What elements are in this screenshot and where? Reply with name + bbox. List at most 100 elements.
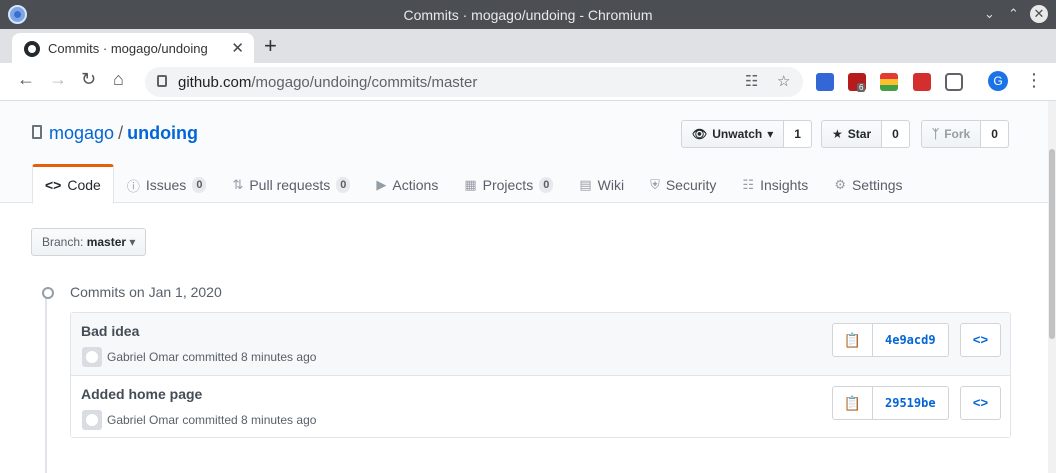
tab-close-icon[interactable]: ✕ <box>231 39 244 57</box>
save-extension-icon[interactable] <box>816 73 834 91</box>
page-scrollbar[interactable] <box>1048 101 1056 473</box>
menu-icon[interactable]: ⋮ <box>1025 70 1043 91</box>
browser-tab[interactable]: Commits · mogago/undoing ✕ <box>12 33 254 63</box>
star-icon: ★ <box>832 127 843 141</box>
tab-projects[interactable]: ▦ Projects 0 <box>451 164 566 204</box>
commit-sha-link[interactable]: 4e9acd9 <box>873 323 949 357</box>
translate-icon[interactable]: ☷ <box>745 72 758 90</box>
url-host: github.com <box>178 74 252 91</box>
fork-label: Fork <box>944 127 971 141</box>
github-icon <box>24 41 40 57</box>
browser-toolbar: ← → ↻ ⌂ github.com/mogago/undoing/commit… <box>0 63 1056 101</box>
author-avatar[interactable] <box>82 347 102 367</box>
tab-actions-label: Actions <box>392 177 439 193</box>
clipboard-icon: 📋 <box>843 394 862 411</box>
repo-name-link[interactable]: undoing <box>127 123 198 143</box>
minimize-icon[interactable]: ⌄ <box>984 6 995 22</box>
browse-files-button[interactable]: <> <box>960 323 1001 357</box>
tab-settings-label: Settings <box>851 177 903 193</box>
issues-counter: 0 <box>192 177 207 193</box>
forward-icon[interactable]: → <box>49 69 67 90</box>
wand-extension-icon[interactable] <box>913 73 931 91</box>
branch-select-button[interactable]: Branch: master ▾ <box>31 228 147 256</box>
tab-settings[interactable]: ⚙ Settings <box>821 164 915 204</box>
back-icon[interactable]: ← <box>17 69 35 90</box>
watch-group: 👁 Unwatch ▾ 1 <box>681 120 812 148</box>
sha-group: 📋 4e9acd9 <box>832 323 949 357</box>
shield-icon: ⛨ <box>650 177 660 192</box>
copy-sha-button[interactable]: 📋 <box>832 386 873 420</box>
project-icon: ▦ <box>464 177 477 192</box>
tab-security-label: Security <box>665 177 717 193</box>
maximize-icon[interactable]: ⌃ <box>1008 6 1019 22</box>
pull-request-icon: ⇅ <box>232 177 244 192</box>
pulls-counter: 0 <box>336 177 351 193</box>
lock-icon <box>157 75 167 87</box>
tab-code-label: Code <box>67 177 101 193</box>
tab-actions[interactable]: ▶ Actions <box>363 164 451 204</box>
reload-icon[interactable]: ↻ <box>81 69 96 90</box>
branch-prefix: Branch: <box>42 235 84 249</box>
url-text[interactable]: github.com/mogago/undoing/commits/master <box>178 74 477 91</box>
copy-sha-button[interactable]: 📋 <box>832 323 873 357</box>
code-icon: <> <box>972 332 989 347</box>
repo-separator: / <box>118 123 124 143</box>
tab-title: Commits · mogago/undoing <box>48 41 208 56</box>
commit-group-icon <box>38 287 54 299</box>
tab-code[interactable]: <> Code <box>32 164 114 204</box>
star-button[interactable]: ★ Star <box>821 120 883 148</box>
bookmark-star-icon[interactable]: ☆ <box>777 72 790 90</box>
tab-insights-label: Insights <box>760 177 809 193</box>
tab-wiki-label: Wiki <box>597 177 625 193</box>
tab-issues-label: Issues <box>145 177 187 193</box>
star-label: Star <box>847 127 872 141</box>
gear-icon: ⚙ <box>834 177 846 192</box>
color-extension-icon[interactable] <box>880 73 898 91</box>
browse-files-button[interactable]: <> <box>960 386 1001 420</box>
author-avatar[interactable] <box>82 410 102 430</box>
pocket-extension-icon[interactable] <box>945 73 963 91</box>
tab-strip: Commits · mogago/undoing ✕ + <box>0 29 1056 63</box>
new-tab-icon[interactable]: + <box>264 33 277 59</box>
book-icon: ▤ <box>579 177 592 192</box>
clipboard-icon: 📋 <box>843 331 862 348</box>
fork-icon: ᛉ <box>932 127 940 141</box>
tab-issues[interactable]: ⓘ Issues 0 <box>114 164 220 204</box>
tab-insights[interactable]: ☷ Insights <box>729 164 821 204</box>
profile-avatar[interactable]: G <box>988 71 1008 91</box>
commit-message-link[interactable]: Bad idea <box>81 323 139 339</box>
sha-group: 📋 29519be <box>832 386 949 420</box>
unwatch-label: Unwatch <box>712 127 763 141</box>
commit-sha-link[interactable]: 29519be <box>873 386 949 420</box>
repo-owner-link[interactable]: mogago <box>49 123 114 143</box>
code-icon: <> <box>45 177 62 193</box>
repo-header: mogago / undoing 👁 Unwatch ▾ 1 ★ Star 0 ᛉ Fork… <box>0 101 1048 204</box>
commit-message-link[interactable]: Added home page <box>81 386 202 402</box>
fork-count[interactable]: 0 <box>981 120 1009 148</box>
extension-badge: 6 <box>857 83 866 92</box>
commit-row: Bad idea Gabriel Omar committed 8 minute… <box>71 313 1010 375</box>
tab-security[interactable]: ⛨ Security <box>637 164 729 204</box>
scrollbar-thumb[interactable] <box>1049 149 1055 339</box>
address-bar[interactable]: github.com/mogago/undoing/commits/master… <box>145 67 803 97</box>
repo-nav: <> Code ⓘ Issues 0 ⇅ Pull requests 0 ▶ Actions… <box>32 164 916 204</box>
window-title: Commits · mogago/undoing - Chromium <box>403 7 653 23</box>
star-count[interactable]: 0 <box>882 120 910 148</box>
caret-down-icon: ▾ <box>767 127 774 141</box>
commit-list: Bad idea Gabriel Omar committed 8 minute… <box>70 312 1011 438</box>
tab-pull-requests[interactable]: ⇅ Pull requests 0 <box>219 164 363 204</box>
commit-row: Added home page Gabriel Omar committed 8… <box>71 375 1010 437</box>
timeline-line <box>45 297 47 473</box>
unwatch-button[interactable]: 👁 Unwatch ▾ <box>681 120 785 148</box>
close-window-icon[interactable]: ✕ <box>1030 5 1048 23</box>
tab-pulls-label: Pull requests <box>249 177 331 193</box>
watch-count[interactable]: 1 <box>784 120 812 148</box>
issue-icon: ⓘ <box>126 178 140 194</box>
fork-button[interactable]: ᛉ Fork <box>921 120 982 148</box>
tab-wiki[interactable]: ▤ Wiki <box>566 164 637 204</box>
commit-meta: Gabriel Omar committed 8 minutes ago <box>107 413 317 427</box>
window-titlebar: Commits · mogago/undoing - Chromium ⌄ ⌃ … <box>0 0 1056 29</box>
home-icon[interactable]: ⌂ <box>113 69 124 90</box>
ublock-extension-icon[interactable]: 6 <box>848 73 866 92</box>
eye-icon: 👁 <box>692 127 708 141</box>
